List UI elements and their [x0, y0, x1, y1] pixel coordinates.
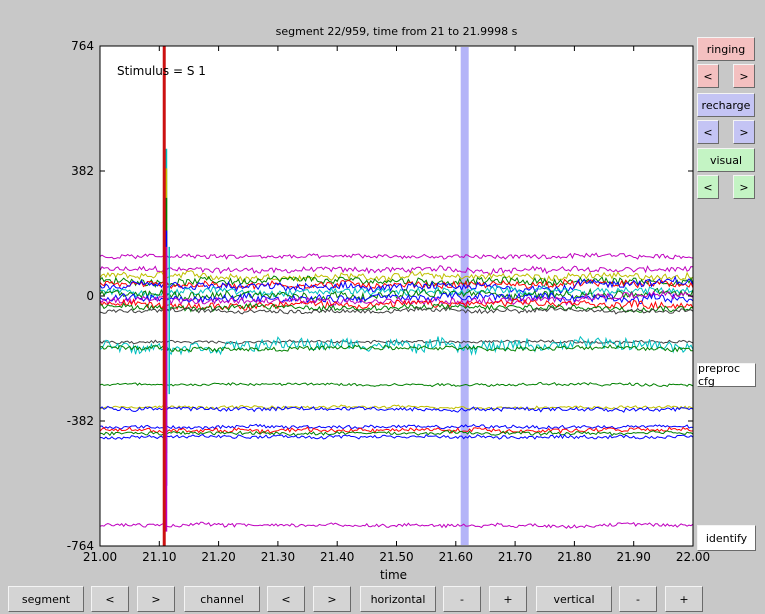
- x-tick-label: 21.40: [320, 550, 354, 564]
- x-tick-label: 21.80: [557, 550, 591, 564]
- segment-button[interactable]: segment: [8, 586, 84, 612]
- vertical-plus-button[interactable]: +: [665, 586, 703, 612]
- recharge-next-button[interactable]: >: [733, 120, 755, 144]
- visual-prev-button[interactable]: <: [697, 175, 719, 199]
- x-tick-label: 21.50: [379, 550, 413, 564]
- vertical-minus-button[interactable]: -: [619, 586, 657, 612]
- identify-button[interactable]: identify: [697, 525, 756, 551]
- x-tick-label: 21.60: [439, 550, 473, 564]
- y-tick-label: -764: [67, 539, 94, 553]
- ringing-prev-button[interactable]: <: [697, 64, 719, 88]
- chart-title: segment 22/959, time from 21 to 21.9998 …: [276, 25, 518, 38]
- channel-next-button[interactable]: >: [313, 586, 351, 612]
- visual-next-button[interactable]: >: [733, 175, 755, 199]
- y-tick-label: 0: [86, 289, 94, 303]
- segment-next-button[interactable]: >: [137, 586, 175, 612]
- x-tick-label: 21.90: [617, 550, 651, 564]
- x-tick-label: 21.20: [201, 550, 235, 564]
- x-axis-label: time: [380, 568, 407, 582]
- channel-prev-button[interactable]: <: [267, 586, 305, 612]
- horizontal-minus-button[interactable]: -: [443, 586, 481, 612]
- visual-button[interactable]: visual: [697, 148, 755, 172]
- x-tick-label: 21.10: [142, 550, 176, 564]
- x-tick-label: 22.00: [676, 550, 710, 564]
- recharge-button[interactable]: recharge: [697, 93, 755, 117]
- vertical-button[interactable]: vertical: [536, 586, 612, 612]
- horizontal-plus-button[interactable]: +: [489, 586, 527, 612]
- y-tick-label: 382: [71, 164, 94, 178]
- chart-area: 21.00 21.10 21.20 21.30 21.40 21.50 21.60 21.70…: [67, 25, 710, 582]
- preproc-cfg-button[interactable]: preproc cfg: [697, 362, 756, 388]
- recharge-prev-button[interactable]: <: [697, 120, 719, 144]
- y-tick-label: 764: [71, 39, 94, 53]
- ringing-next-button[interactable]: >: [733, 64, 755, 88]
- x-tick-label: 21.70: [498, 550, 532, 564]
- horizontal-button[interactable]: horizontal: [360, 586, 436, 612]
- channel-button[interactable]: channel: [184, 586, 260, 612]
- ringing-button[interactable]: ringing: [697, 37, 755, 61]
- artifact-marker: [460, 47, 469, 545]
- stimulus-annotation: Stimulus = S 1: [117, 64, 206, 78]
- segment-prev-button[interactable]: <: [91, 586, 129, 612]
- x-tick-label: 21.30: [261, 550, 295, 564]
- y-tick-label: -382: [67, 414, 94, 428]
